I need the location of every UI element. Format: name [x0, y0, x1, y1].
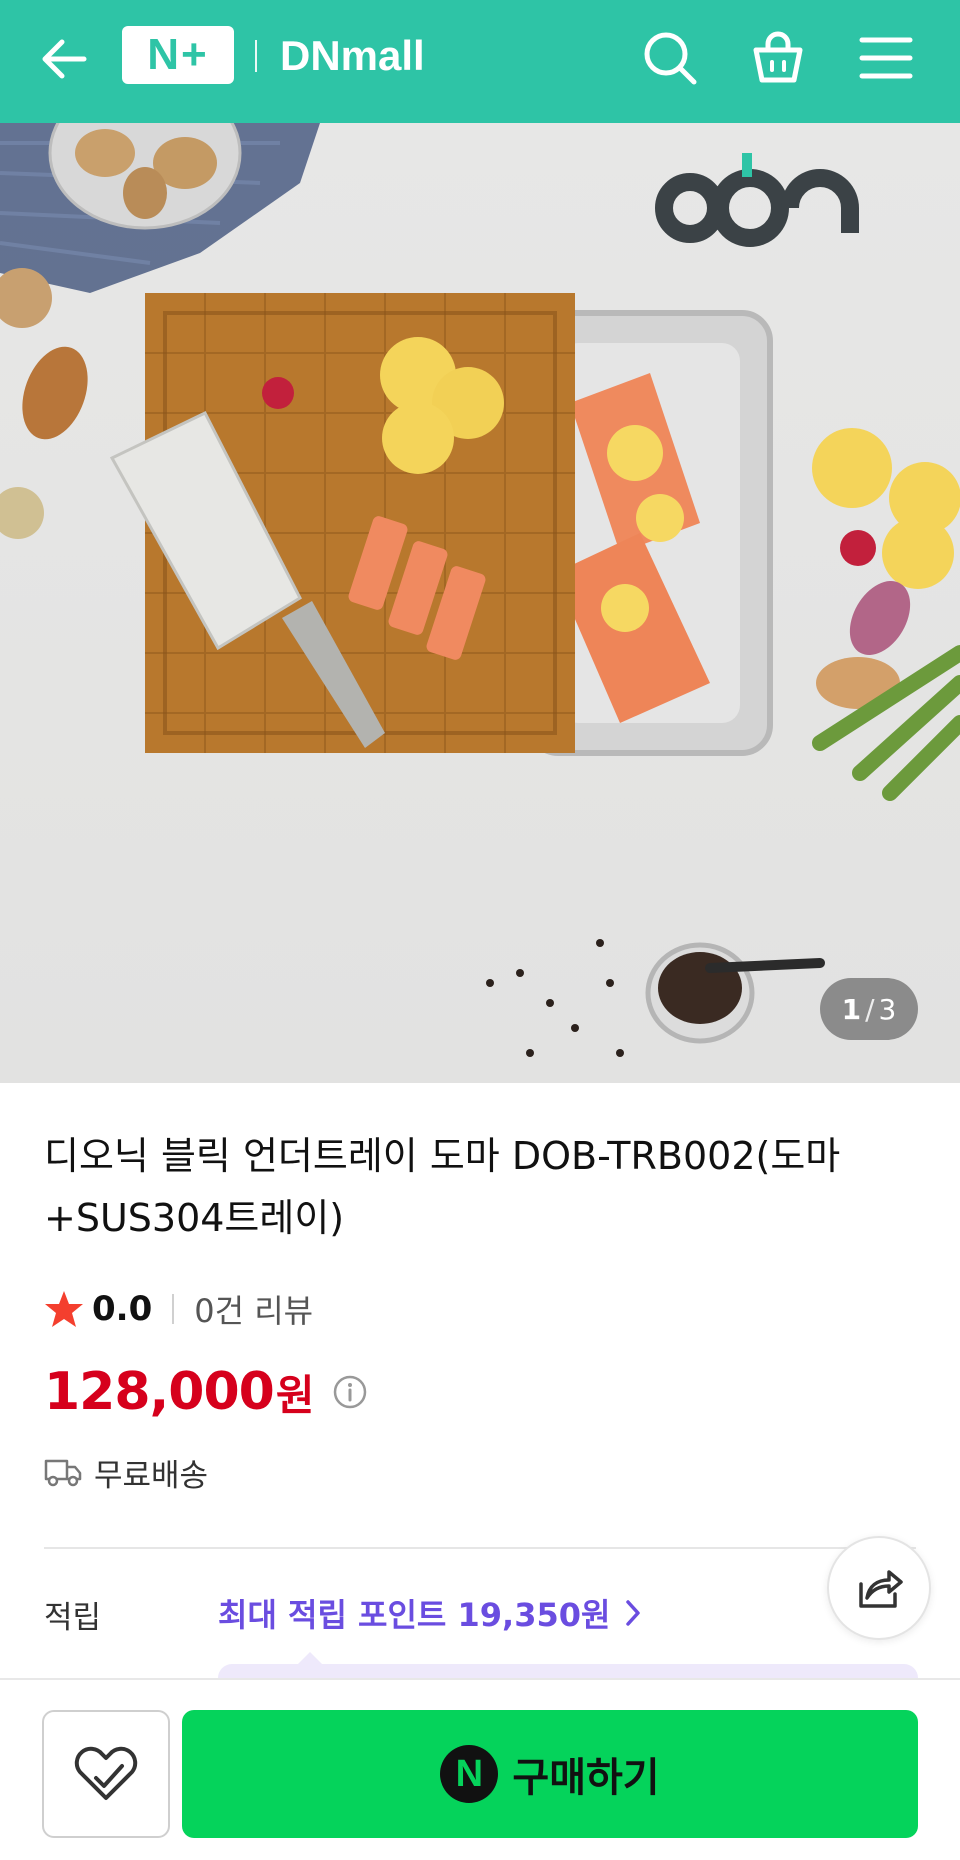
price-row: 128,000 원: [44, 1360, 368, 1424]
brand-logo: [655, 169, 859, 247]
header-divider: [255, 40, 257, 72]
image-counter-total: 3: [878, 992, 897, 1026]
image-counter: 1 / 3: [820, 978, 918, 1040]
naver-plus-logo[interactable]: N+: [122, 26, 234, 84]
shopping-bag-icon[interactable]: [746, 26, 810, 90]
product-photo-illustration: [0, 123, 960, 1057]
review-count[interactable]: 0건 리뷰: [194, 1286, 313, 1332]
shipping-text: 무료배송: [94, 1457, 209, 1494]
points-link[interactable]: 최대 적립 포인트 19,350원: [218, 1590, 646, 1636]
buy-button[interactable]: N 구매하기: [182, 1710, 918, 1838]
rating-divider: [172, 1294, 175, 1324]
image-counter-separator: /: [865, 992, 875, 1026]
truck-icon: [44, 1459, 82, 1487]
product-title: 디오닉 블릭 언더트레이 도마 DOB-TRB002(도마+SUS304트레이): [44, 1134, 841, 1240]
rating-score: 0.0: [92, 1289, 153, 1329]
chevron-right-icon: [626, 1600, 641, 1626]
menu-icon[interactable]: [854, 26, 918, 90]
section-divider: [44, 1547, 916, 1549]
naver-pay-badge: N: [440, 1745, 499, 1803]
points-label: 적립: [44, 1600, 102, 1636]
rating-row[interactable]: 0.0 0건 리뷰: [44, 1284, 313, 1334]
shipping-row: 무료배송: [44, 1448, 208, 1496]
price-value: 128,000: [44, 1362, 275, 1422]
bottom-action-bar: N 구매하기: [0, 1678, 960, 1860]
search-icon[interactable]: [638, 26, 702, 90]
star-icon: [45, 1291, 83, 1327]
share-button[interactable]: [827, 1536, 931, 1640]
store-name[interactable]: DNmall: [280, 24, 425, 88]
product-image[interactable]: [0, 123, 960, 1083]
logo-text: N+: [147, 30, 209, 79]
app-header: N+ DNmall: [0, 0, 960, 123]
image-counter-current: 1: [841, 992, 862, 1026]
info-icon[interactable]: [332, 1374, 368, 1410]
heart-check-icon: [74, 1746, 138, 1800]
points-link-text: 최대 적립 포인트 19,350원: [218, 1596, 611, 1634]
price-currency: 원: [275, 1370, 315, 1420]
back-arrow-icon[interactable]: [34, 28, 96, 90]
share-icon: [859, 1570, 903, 1608]
wishlist-button[interactable]: [42, 1710, 170, 1838]
buy-button-label: 구매하기: [512, 1755, 660, 1801]
